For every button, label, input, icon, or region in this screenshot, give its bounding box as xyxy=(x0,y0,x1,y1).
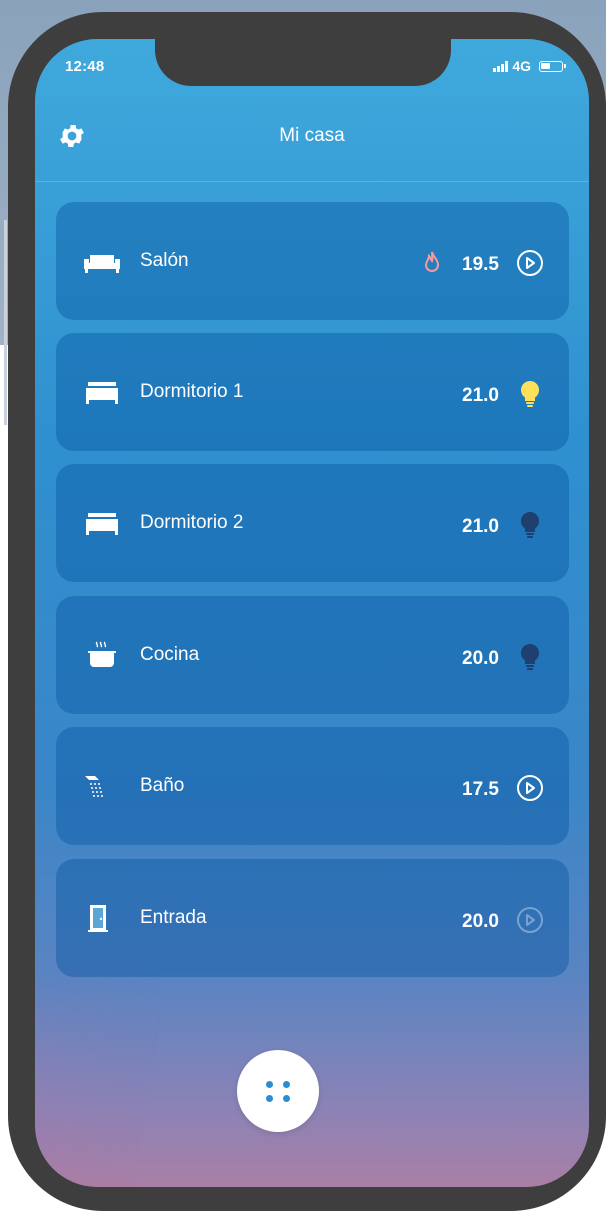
page-title: Mi casa xyxy=(279,125,345,146)
fab-dot xyxy=(283,1095,290,1102)
room-temperature: 21.0 xyxy=(462,516,499,537)
sofa-icon xyxy=(84,255,120,273)
room-card-dormitorio-2[interactable]: Dormitorio 2 21.0 xyxy=(56,464,569,582)
pot-icon xyxy=(88,641,116,667)
room-name: Dormitorio 2 xyxy=(140,512,244,533)
network-label: 4G xyxy=(512,58,531,74)
signal-icon xyxy=(493,60,509,72)
fab-dot xyxy=(266,1081,273,1088)
room-temperature: 17.5 xyxy=(462,779,499,800)
room-card-salon[interactable]: Salón 19.5 xyxy=(56,202,569,320)
fab-dot xyxy=(266,1095,273,1102)
phone-notch xyxy=(155,39,451,86)
play-circle-dim-icon[interactable] xyxy=(513,905,547,935)
room-card-entrada[interactable]: Entrada 20.0 xyxy=(56,859,569,977)
room-name: Salón xyxy=(140,250,189,271)
bed-icon xyxy=(86,513,118,535)
flame-icon xyxy=(424,251,440,272)
bulb-off-icon[interactable] xyxy=(513,510,547,540)
menu-fab-button[interactable] xyxy=(237,1050,319,1132)
shower-icon xyxy=(85,776,103,797)
status-time: 12:48 xyxy=(65,58,105,75)
room-temperature: 20.0 xyxy=(462,648,499,669)
room-temperature: 21.0 xyxy=(462,385,499,406)
room-card-cocina[interactable]: Cocina 20.0 xyxy=(56,596,569,714)
battery-icon xyxy=(539,60,566,72)
room-name: Dormitorio 1 xyxy=(140,381,244,402)
play-circle-icon[interactable] xyxy=(513,773,547,803)
room-temperature: 20.0 xyxy=(462,911,499,932)
bulb-on-icon[interactable] xyxy=(513,379,547,409)
door-icon xyxy=(88,905,108,932)
app-screen: 12:48 4G Mi casa Salón 19.5 Dormitorio 1… xyxy=(35,39,589,1187)
bed-icon xyxy=(86,382,118,404)
room-card-dormitorio-1[interactable]: Dormitorio 1 21.0 xyxy=(56,333,569,451)
status-indicators: 4G xyxy=(493,58,566,74)
room-temperature: 19.5 xyxy=(462,254,499,275)
background-mark xyxy=(4,220,7,425)
fab-dot xyxy=(283,1081,290,1088)
room-name: Baño xyxy=(140,775,185,796)
room-name: Entrada xyxy=(140,907,207,928)
play-circle-icon[interactable] xyxy=(513,248,547,278)
bulb-off-icon[interactable] xyxy=(513,642,547,672)
room-name: Cocina xyxy=(140,644,200,665)
app-header: Mi casa xyxy=(35,109,589,182)
room-card-bano[interactable]: Baño 17.5 xyxy=(56,727,569,845)
